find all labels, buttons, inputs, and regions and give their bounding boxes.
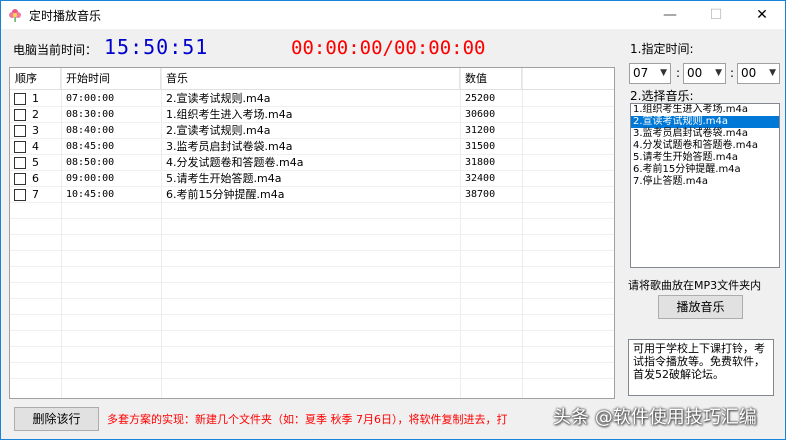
row-order: 3 (32, 124, 39, 137)
watermark: 头条 @软件使用技巧汇编 (553, 407, 757, 428)
row-order: 1 (32, 92, 39, 105)
table-row[interactable]: 4 08:45:00 3.监考员启封试卷袋.m4a 31500 (10, 139, 614, 155)
notes-textbox[interactable]: 可用于学校上下课打铃，考试指令播放等。免费软件，首发52破解论坛。 (628, 339, 774, 396)
row-start-time: 10:45:00 (66, 189, 115, 200)
empty-row (10, 219, 614, 235)
hour-value: 07 (633, 66, 649, 80)
music-list-item[interactable]: 3.监考员启封试卷袋.m4a (631, 128, 779, 140)
header-music[interactable]: 音乐 (161, 68, 460, 90)
row-order: 2 (32, 108, 39, 121)
row-music: 3.监考员启封试卷袋.m4a (166, 140, 293, 153)
chevron-down-icon: ▼ (660, 68, 667, 78)
set-time-label: 1.指定时间: (630, 42, 694, 56)
empty-row (10, 331, 614, 347)
row-value: 30600 (465, 109, 496, 120)
row-checkbox[interactable] (14, 93, 26, 105)
current-time-label: 电脑当前时间： (13, 43, 98, 57)
row-music: 1.组织考生进入考场.m4a (166, 108, 293, 121)
app-window: 定时播放音乐 — ☐ ✕ 电脑当前时间： 15:50:51 00:00:00/0… (0, 0, 786, 440)
table-row[interactable]: 6 09:00:00 5.请考生开始答题.m4a 32400 (10, 171, 614, 187)
row-checkbox[interactable] (14, 125, 26, 137)
chevron-down-icon: ▼ (715, 68, 722, 78)
current-time-display: 15:50:51 (104, 35, 209, 59)
row-music: 4.分发试题卷和答题卷.m4a (166, 156, 304, 169)
header-filler (522, 68, 614, 90)
music-list-item[interactable]: 2.宣读考试规则.m4a (631, 116, 779, 128)
empty-row (10, 203, 614, 219)
row-start-time: 09:00:00 (66, 173, 115, 184)
header-order[interactable]: 顺序 (10, 68, 61, 90)
hour-select[interactable]: 07 ▼ (629, 63, 671, 84)
second-value: 00 (741, 66, 757, 80)
minimize-button[interactable]: — (647, 1, 693, 29)
empty-row (10, 283, 614, 299)
client-area: 电脑当前时间： 15:50:51 00:00:00/00:00:00 顺序 开始… (1, 29, 785, 439)
empty-row (10, 251, 614, 267)
time-separator: : (730, 66, 735, 80)
empty-row (10, 363, 614, 379)
table-row[interactable]: 2 08:30:00 1.组织考生进入考场.m4a 30600 (10, 107, 614, 123)
music-listbox[interactable]: 1.组织考生进入考场.m4a 2.宣读考试规则.m4a 3.监考员启封试卷袋.m4a… (630, 103, 780, 268)
music-list-item[interactable]: 5.请考生开始答题.m4a (631, 152, 779, 164)
row-checkbox[interactable] (14, 157, 26, 169)
second-select[interactable]: 00 ▼ (737, 63, 780, 84)
music-list-item[interactable]: 6.考前15分钟提醒.m4a (631, 164, 779, 176)
music-list-item[interactable]: 1.组织考生进入考场.m4a (631, 104, 779, 116)
row-start-time: 08:45:00 (66, 141, 115, 152)
schedule-table[interactable]: 顺序 开始时间 音乐 数值 1 07:00:00 2.宣读考试规则.m4a 25200… (9, 67, 615, 399)
row-value: 31800 (465, 157, 496, 168)
empty-row (10, 299, 614, 315)
row-order: 6 (32, 172, 39, 185)
row-value: 38700 (465, 189, 496, 200)
play-music-button[interactable]: 播放音乐 (658, 295, 743, 319)
row-checkbox[interactable] (14, 189, 26, 201)
row-value: 25200 (465, 93, 496, 104)
header-start-time[interactable]: 开始时间 (61, 68, 161, 90)
row-checkbox[interactable] (14, 173, 26, 185)
table-header: 顺序 开始时间 音乐 数值 (10, 68, 614, 90)
row-start-time: 07:00:00 (66, 93, 115, 104)
empty-row (10, 235, 614, 251)
music-list-item[interactable]: 7.停止答题.m4a (631, 176, 779, 188)
row-music: 2.宣读考试规则.m4a (166, 92, 271, 105)
footer-instructions: 多套方案的实现：新建几个文件夹（如：夏季 秋季 7月6日），将软件复制进去，打 (107, 413, 508, 426)
row-checkbox[interactable] (14, 109, 26, 121)
empty-row (10, 267, 614, 283)
row-value: 31200 (465, 125, 496, 136)
table-row[interactable]: 7 10:45:00 6.考前15分钟提醒.m4a 38700 (10, 187, 614, 203)
folder-hint: 请将歌曲放在MP3文件夹内 (628, 279, 762, 292)
empty-row (10, 315, 614, 331)
choose-music-label: 2.选择音乐: (630, 89, 694, 103)
countdown-display: 00:00:00/00:00:00 (291, 37, 486, 59)
row-order: 5 (32, 156, 39, 169)
row-order: 7 (32, 188, 39, 201)
row-value: 31500 (465, 141, 496, 152)
maximize-button[interactable]: ☐ (693, 1, 739, 29)
close-button[interactable]: ✕ (739, 1, 785, 29)
row-start-time: 08:30:00 (66, 109, 115, 120)
row-checkbox[interactable] (14, 141, 26, 153)
delete-row-button[interactable]: 删除该行 (14, 407, 99, 431)
minute-select[interactable]: 00 ▼ (683, 63, 726, 84)
table-body: 1 07:00:00 2.宣读考试规则.m4a 25200 2 08:30:00 1.组织考… (10, 91, 614, 379)
header-value[interactable]: 数值 (460, 68, 522, 90)
row-order: 4 (32, 140, 39, 153)
minute-value: 00 (687, 66, 703, 80)
row-music: 6.考前15分钟提醒.m4a (166, 188, 285, 201)
window-title: 定时播放音乐 (29, 9, 102, 23)
row-start-time: 08:40:00 (66, 125, 115, 136)
row-music: 5.请考生开始答题.m4a (166, 172, 282, 185)
music-list-item[interactable]: 4.分发试题卷和答题卷.m4a (631, 140, 779, 152)
title-bar: 定时播放音乐 — ☐ ✕ (1, 1, 785, 29)
row-start-time: 08:50:00 (66, 157, 115, 168)
chevron-down-icon: ▼ (769, 68, 776, 78)
row-value: 32400 (465, 173, 496, 184)
table-row[interactable]: 1 07:00:00 2.宣读考试规则.m4a 25200 (10, 91, 614, 107)
table-row[interactable]: 5 08:50:00 4.分发试题卷和答题卷.m4a 31800 (10, 155, 614, 171)
flower-icon (7, 7, 23, 23)
row-music: 2.宣读考试规则.m4a (166, 124, 271, 137)
empty-row (10, 347, 614, 363)
table-row[interactable]: 3 08:40:00 2.宣读考试规则.m4a 31200 (10, 123, 614, 139)
time-separator: : (676, 66, 681, 80)
